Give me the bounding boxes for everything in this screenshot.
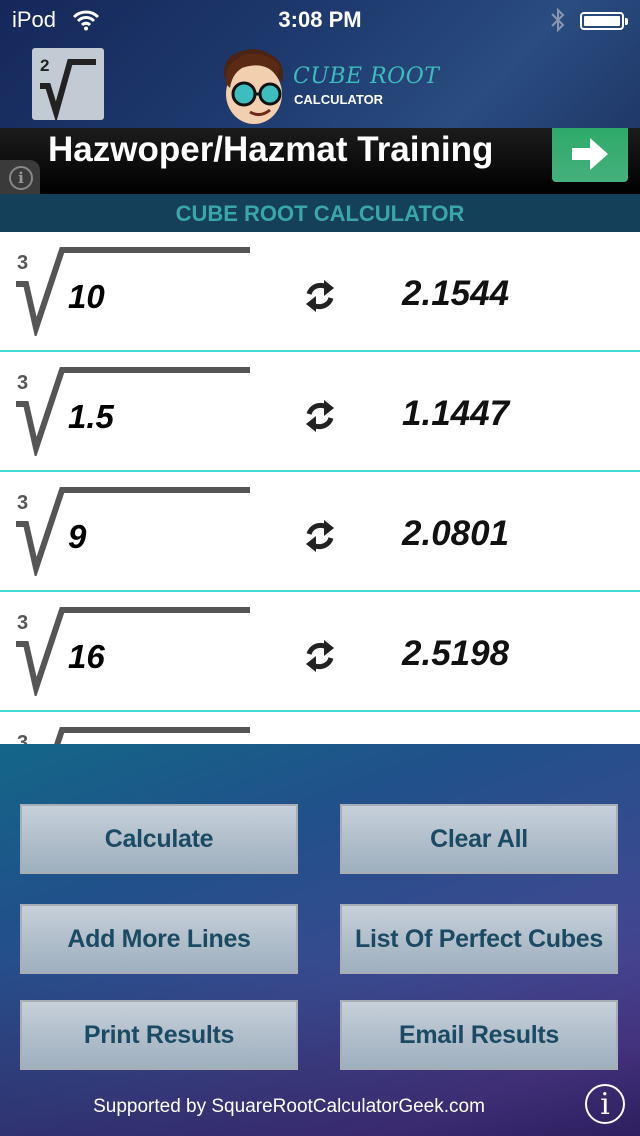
- result-value: 1.1447: [402, 394, 510, 433]
- info-icon[interactable]: i: [585, 1084, 625, 1124]
- root-index: 3: [17, 252, 29, 274]
- action-panel: Calculate Clear All Add More Lines List …: [0, 744, 640, 1136]
- supported-by-link[interactable]: Supported by SquareRootCalculatorGeek.co…: [0, 1096, 578, 1118]
- calc-row: 3: [0, 712, 640, 744]
- operand-value[interactable]: 16: [68, 638, 105, 676]
- mascot-icon: [223, 49, 284, 124]
- cube-root-input[interactable]: 3: [14, 246, 254, 336]
- ad-text[interactable]: Hazwoper/Hazmat Training: [48, 130, 493, 170]
- clear-all-button[interactable]: Clear All: [340, 804, 618, 874]
- radical-icon: [40, 59, 96, 120]
- logo-title: CUBE ROOT: [293, 64, 440, 89]
- ad-banner[interactable]: Hazwoper/Hazmat Training i: [0, 128, 640, 194]
- cube-root-input[interactable]: 3: [14, 606, 254, 696]
- calculate-button[interactable]: Calculate: [20, 804, 298, 874]
- ad-go-button[interactable]: [552, 128, 628, 182]
- section-banner: CUBE ROOT CALCULATOR: [0, 194, 640, 232]
- operand-value[interactable]: 10: [68, 278, 105, 316]
- bluetooth-icon: [550, 7, 566, 39]
- email-results-button[interactable]: Email Results: [340, 1000, 618, 1070]
- root-index: 3: [17, 372, 29, 394]
- refresh-icon[interactable]: [300, 516, 340, 556]
- cube-root-input[interactable]: 3: [14, 366, 254, 456]
- root-index: 3: [17, 612, 29, 634]
- status-bar: iPod 3:08 PM: [0, 0, 640, 40]
- refresh-icon[interactable]: [300, 276, 340, 316]
- radical-icon: [16, 487, 250, 576]
- battery-icon: [580, 12, 628, 30]
- logo-subtitle: CALCULATOR: [294, 92, 384, 107]
- result-value: 2.5198: [402, 634, 510, 673]
- add-more-lines-button[interactable]: Add More Lines: [20, 904, 298, 974]
- info-icon: i: [9, 166, 33, 190]
- square-root-calculator-button[interactable]: 2: [32, 48, 104, 120]
- ad-info-button[interactable]: i: [0, 160, 40, 194]
- radical-icon: [16, 247, 250, 336]
- calc-row: 3 10 2.1544: [0, 232, 640, 352]
- arrow-right-icon: [572, 138, 608, 170]
- clock: 3:08 PM: [278, 7, 362, 32]
- list-perfect-cubes-button[interactable]: List Of Perfect Cubes: [340, 904, 618, 974]
- refresh-icon[interactable]: [300, 396, 340, 436]
- calc-row: 3 1.5 1.1447: [0, 352, 640, 472]
- radical-icon: [54, 727, 250, 744]
- result-value: 2.0801: [402, 514, 510, 553]
- app-header: iPod 3:08 PM 2 CUBE ROOT CALCULATOR: [0, 0, 640, 128]
- cube-root-input[interactable]: 3: [14, 726, 254, 744]
- refresh-icon[interactable]: [300, 636, 340, 676]
- print-results-button[interactable]: Print Results: [20, 1000, 298, 1070]
- calculation-list[interactable]: 3 10 2.1544 3 1.5 1.1447 3 9 2.0801 3 16…: [0, 232, 640, 744]
- result-value: 2.1544: [402, 274, 510, 313]
- radical-icon: [16, 607, 250, 696]
- root-index: 3: [17, 492, 29, 514]
- calc-row: 3 16 2.5198: [0, 592, 640, 712]
- radical-icon: [16, 367, 250, 456]
- operand-value[interactable]: 9: [68, 518, 86, 556]
- root-index: 3: [17, 732, 29, 744]
- app-logo: CUBE ROOT CALCULATOR: [216, 42, 446, 126]
- operand-value[interactable]: 1.5: [68, 398, 114, 436]
- calc-row: 3 9 2.0801: [0, 472, 640, 592]
- cube-root-input[interactable]: 3: [14, 486, 254, 576]
